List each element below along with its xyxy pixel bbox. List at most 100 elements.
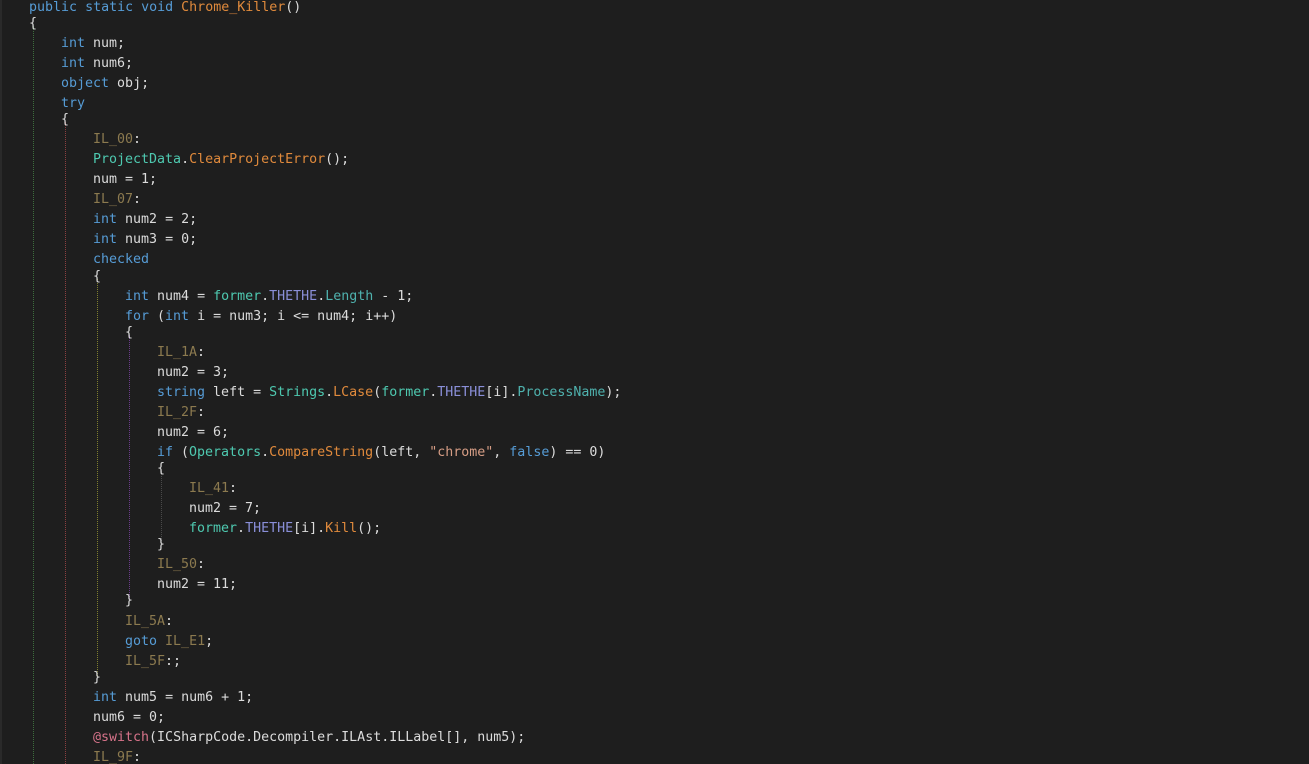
code-token: IL_00 <box>93 132 134 147</box>
code-token: former <box>189 521 238 536</box>
code-line[interactable]: IL_9F: <box>93 748 141 764</box>
code-token: , <box>493 445 510 460</box>
code-token: : <box>229 481 238 496</box>
code-token: int <box>93 212 118 227</box>
code-token: : <box>165 614 174 629</box>
code-line[interactable]: num2 = 11; <box>157 575 237 595</box>
code-editor[interactable]: public static void Chrome_Killer(){int n… <box>0 0 1309 764</box>
code-token: left = <box>205 385 270 400</box>
code-line[interactable]: } <box>93 668 101 688</box>
code-token: static <box>85 0 134 15</box>
code-token: Kill <box>325 521 358 536</box>
code-token: IL_50 <box>157 557 198 572</box>
code-line[interactable]: num2 = 7; <box>189 499 261 519</box>
code-line[interactable]: int num6; <box>61 54 133 74</box>
code-line[interactable]: { <box>125 323 133 343</box>
code-token: ) == 0) <box>549 445 606 460</box>
code-token: IL_41 <box>189 481 230 496</box>
code-line[interactable]: ProjectData.ClearProjectError(); <box>93 150 349 170</box>
code-token: num = 1; <box>93 172 158 187</box>
code-line[interactable]: num6 = 0; <box>93 708 165 728</box>
code-token: LCase <box>333 385 374 400</box>
code-token: } <box>157 537 166 552</box>
code-token: ProcessName <box>517 385 606 400</box>
code-token: ); <box>605 385 622 400</box>
code-line[interactable]: checked <box>93 250 149 270</box>
code-token: IL_1A <box>157 345 198 360</box>
code-token: : <box>133 750 142 764</box>
code-line[interactable]: } <box>157 535 165 555</box>
code-token: { <box>157 461 166 476</box>
code-line[interactable]: { <box>29 14 37 34</box>
code-token: IL_E1 <box>165 634 206 649</box>
code-token: { <box>29 16 38 31</box>
code-token: ( <box>149 309 166 324</box>
code-token: Operators <box>189 445 262 460</box>
code-token: THETHE <box>269 289 318 304</box>
code-token: IL_9F <box>93 750 134 764</box>
code-line[interactable]: for (int i = num3; i <= num4; i++) <box>125 307 397 327</box>
code-token: . <box>325 385 334 400</box>
code-token: : <box>133 132 142 147</box>
code-line[interactable]: int num; <box>61 34 125 54</box>
code-line[interactable]: { <box>157 459 165 479</box>
code-line[interactable]: { <box>61 110 69 130</box>
code-line[interactable]: public static void Chrome_Killer() <box>29 0 301 18</box>
code-line[interactable]: num2 = 3; <box>157 363 229 383</box>
code-line[interactable]: { <box>93 267 101 287</box>
code-token: [i]. <box>293 521 326 536</box>
code-token: - 1; <box>373 289 414 304</box>
code-token: Strings <box>269 385 326 400</box>
code-line[interactable]: string left = Strings.LCase(former.THETH… <box>157 383 621 403</box>
code-line[interactable]: former.THETHE[i].Kill(); <box>189 519 381 539</box>
code-token: num; <box>85 36 126 51</box>
code-line[interactable]: goto IL_E1; <box>125 632 213 652</box>
indent-guide <box>65 122 66 764</box>
code-line[interactable]: IL_50: <box>157 555 205 575</box>
code-token: :; <box>165 654 182 669</box>
code-token: if <box>157 445 174 460</box>
code-line[interactable]: IL_07: <box>93 190 141 210</box>
code-token: Length <box>325 289 374 304</box>
code-token: checked <box>93 252 150 267</box>
code-token: former <box>381 385 430 400</box>
code-line[interactable]: if (Operators.CompareString(left, "chrom… <box>157 443 605 463</box>
code-token: obj; <box>109 76 150 91</box>
code-token: . <box>181 152 190 167</box>
code-line[interactable]: IL_5A: <box>125 612 173 632</box>
code-token: "chrome" <box>429 445 494 460</box>
code-line[interactable]: IL_1A: <box>157 343 205 363</box>
code-line[interactable]: num2 = 6; <box>157 423 229 443</box>
code-token: THETHE <box>245 521 294 536</box>
code-token: (); <box>357 521 382 536</box>
code-line[interactable]: int num5 = num6 + 1; <box>93 688 253 708</box>
code-line[interactable]: } <box>125 591 133 611</box>
code-token: num2 = 11; <box>157 577 238 592</box>
code-token: [i]. <box>485 385 518 400</box>
code-token: IL_07 <box>93 192 134 207</box>
code-line[interactable]: IL_41: <box>189 479 237 499</box>
code-line[interactable]: int num3 = 0; <box>93 230 197 250</box>
code-line[interactable]: object obj; <box>61 74 149 94</box>
code-token: . <box>237 521 246 536</box>
code-line[interactable]: int num4 = former.THETHE.Length - 1; <box>125 287 413 307</box>
code-line[interactable]: num = 1; <box>93 170 157 190</box>
code-token: former <box>213 289 262 304</box>
code-token: int <box>93 690 118 705</box>
indent-guide <box>97 279 98 676</box>
code-token: Chrome_Killer <box>181 0 286 15</box>
code-token: ClearProjectError <box>189 152 326 167</box>
code-token: } <box>93 670 102 685</box>
code-token: for <box>125 309 150 324</box>
code-token: IL_5A <box>125 614 166 629</box>
code-line[interactable]: IL_2F: <box>157 403 205 423</box>
code-line[interactable]: IL_00: <box>93 130 141 150</box>
code-line[interactable]: int num2 = 2; <box>93 210 197 230</box>
code-line[interactable]: IL_5F:; <box>125 652 181 672</box>
code-token: ; <box>205 634 214 649</box>
code-line[interactable]: @switch(ICSharpCode.Decompiler.ILAst.ILL… <box>93 728 525 748</box>
indent-guide <box>129 335 130 599</box>
